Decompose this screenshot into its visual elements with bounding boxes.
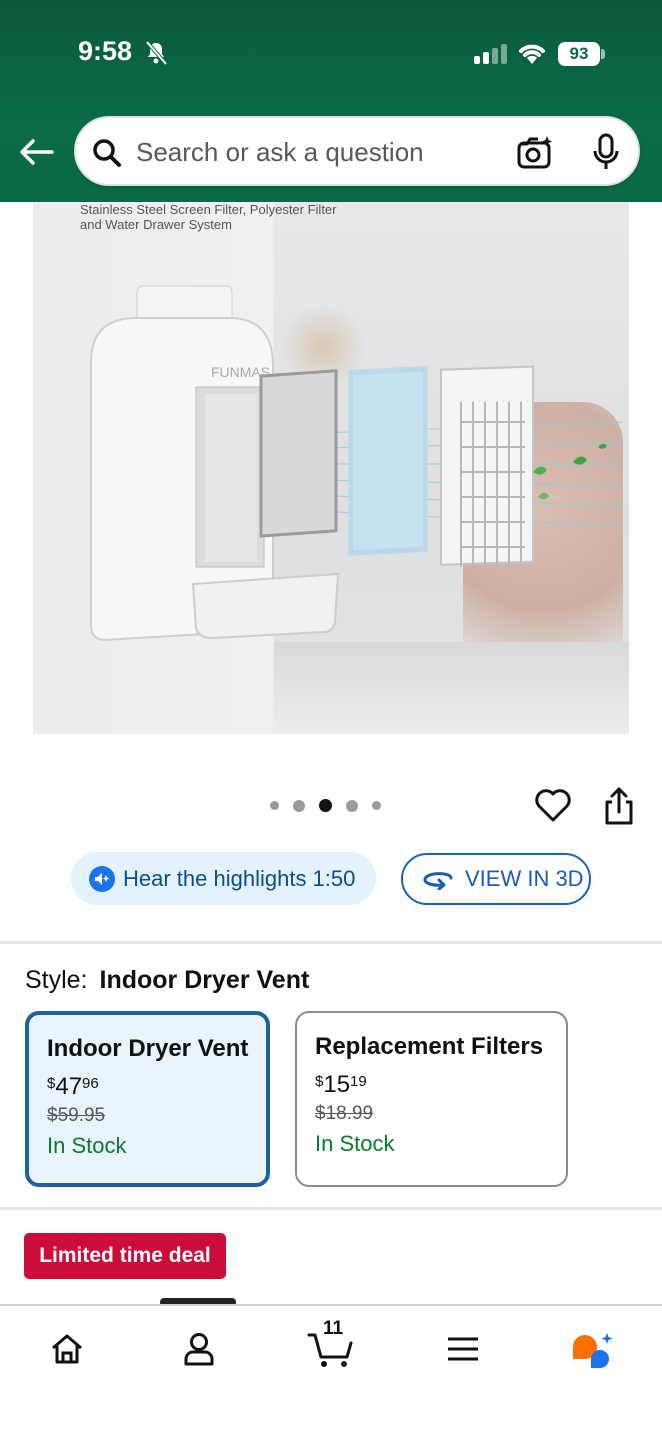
- heart-icon[interactable]: [534, 786, 572, 824]
- battery-tip: [601, 49, 605, 59]
- style-selected-value: Indoor Dryer Vent: [99, 966, 310, 994]
- menu-icon: [448, 1337, 478, 1361]
- app-header: 9:58 93: [0, 0, 662, 202]
- wifi-icon: [519, 44, 545, 64]
- section-divider: [0, 1207, 662, 1210]
- image-carousel-indicator[interactable]: [270, 799, 381, 812]
- style-label: Style:: [25, 966, 88, 994]
- bell-muted-icon: [145, 40, 168, 66]
- status-time: 9:58: [78, 36, 133, 66]
- option-price: $4796: [47, 1073, 99, 1100]
- style-selector-heading: Style: Indoor Dryer Vent: [25, 966, 309, 995]
- option-title: Replacement Filters: [315, 1033, 544, 1060]
- hear-highlights-button[interactable]: Hear the highlights 1:50: [71, 852, 376, 905]
- product-image[interactable]: Stainless Steel Screen Filter, Polyester…: [33, 202, 629, 734]
- back-button[interactable]: [16, 132, 58, 172]
- carousel-dot[interactable]: [270, 801, 279, 810]
- carousel-dot[interactable]: [293, 799, 305, 812]
- arrow-left-icon: [20, 139, 54, 165]
- cart-count-badge: 11: [323, 1318, 344, 1339]
- nav-account[interactable]: [174, 1326, 224, 1372]
- nav-menu[interactable]: [438, 1326, 488, 1372]
- cellular-signal-icon: [474, 44, 507, 64]
- option-list-price: $59.95: [47, 1105, 106, 1126]
- option-title: Indoor Dryer Vent: [47, 1035, 249, 1062]
- option-price: $1519: [315, 1071, 367, 1098]
- share-icon[interactable]: [603, 786, 635, 826]
- section-divider: [0, 941, 662, 944]
- home-icon: [52, 1334, 82, 1364]
- option-stock-status: In Stock: [47, 1133, 127, 1158]
- rotate-3d-icon: [423, 872, 453, 890]
- search-bar[interactable]: [74, 116, 640, 186]
- view-in-3d-label: VIEW IN 3D: [465, 866, 584, 891]
- search-icon: [93, 139, 121, 167]
- account-icon: [184, 1333, 214, 1366]
- audio-sparkle-icon: [89, 865, 115, 892]
- option-stock-status: In Stock: [315, 1131, 395, 1156]
- nav-rufus[interactable]: [568, 1326, 618, 1372]
- carousel-dot-active[interactable]: [319, 799, 332, 812]
- limited-time-deal-badge: Limited time deal: [24, 1233, 226, 1279]
- battery-indicator: 93: [558, 42, 600, 66]
- hear-highlights-label: Hear the highlights 1:50: [123, 865, 356, 891]
- microphone-icon[interactable]: [590, 132, 622, 172]
- carousel-dot[interactable]: [346, 799, 358, 812]
- carousel-dot[interactable]: [372, 801, 381, 810]
- style-option-card-replacement-filters[interactable]: Replacement Filters $1519 $18.99 In Stoc…: [295, 1011, 568, 1187]
- style-option-card-indoor-dryer-vent[interactable]: Indoor Dryer Vent $4796 $59.95 In Stock: [25, 1011, 270, 1187]
- nav-home[interactable]: [42, 1326, 92, 1372]
- option-list-price: $18.99: [315, 1103, 374, 1124]
- dryer-vent-illustration: FUNMAS: [90, 285, 624, 642]
- rufus-assistant-icon: [573, 1333, 613, 1368]
- search-input[interactable]: [136, 134, 496, 170]
- view-in-3d-button[interactable]: VIEW IN 3D: [401, 853, 591, 905]
- camera-lens-icon[interactable]: [516, 134, 554, 170]
